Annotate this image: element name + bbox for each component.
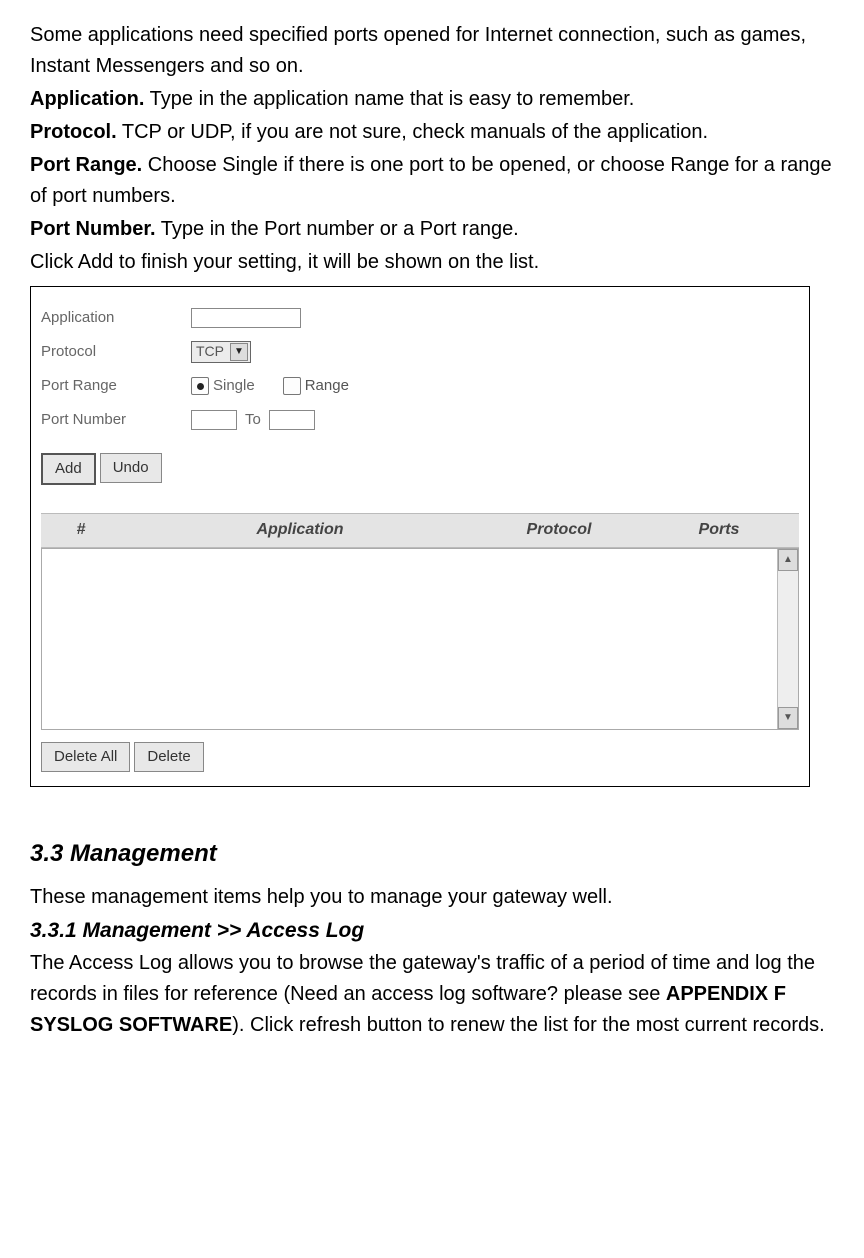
label-application: Application. [30,88,144,110]
desc-portrange: Choose Single if there is one port to be… [30,154,832,207]
desc-portnumber: Type in the Port number or a Port range. [156,218,519,240]
port-settings-panel: Application Protocol TCP ▼ Port Range Si… [30,286,810,787]
section-heading-management: 3.3 Management [30,835,834,872]
portnumber-field-label: Port Number [41,408,191,431]
range-radio[interactable] [283,377,301,395]
to-label: To [245,408,261,431]
chevron-down-icon: ▼ [230,343,248,361]
desc-application: Type in the application name that is eas… [144,88,634,110]
col-protocol: Protocol [479,514,639,547]
label-portnumber: Port Number. [30,218,156,240]
label-portrange: Port Range. [30,154,142,176]
range-radio-label: Range [305,374,349,397]
protocol-select[interactable]: TCP ▼ [191,341,251,363]
col-application: Application [121,514,479,547]
label-protocol: Protocol. [30,121,117,143]
col-number: # [41,514,121,547]
field-desc-portrange: Port Range. Choose Single if there is on… [30,150,834,212]
access-log-description: The Access Log allows you to browse the … [30,948,834,1041]
delete-all-button[interactable]: Delete All [41,742,130,772]
listbox-scrollbar[interactable]: ▲ ▼ [777,549,798,729]
undo-button[interactable]: Undo [100,453,162,483]
col-ports: Ports [639,514,799,547]
port-from-input[interactable] [191,410,237,430]
scroll-down-icon[interactable]: ▼ [778,707,798,729]
application-field-label: Application [41,306,191,329]
scroll-up-icon[interactable]: ▲ [778,549,798,571]
subsection-heading-access-log: 3.3.1 Management >> Access Log [30,915,834,948]
single-radio[interactable] [191,377,209,395]
application-input[interactable] [191,308,301,328]
ports-table-header: # Application Protocol Ports [41,513,799,548]
add-button[interactable]: Add [41,453,96,485]
field-desc-protocol: Protocol. TCP or UDP, if you are not sur… [30,117,834,148]
protocol-select-value: TCP [196,341,224,363]
portrange-field-label: Port Range [41,374,191,397]
access-log-text-c: ). Click refresh button to renew the lis… [232,1014,824,1036]
field-desc-application: Application. Type in the application nam… [30,84,834,115]
desc-protocol: TCP or UDP, if you are not sure, check m… [117,121,708,143]
section-intro: These management items help you to manag… [30,882,834,913]
single-radio-label: Single [213,374,255,397]
field-desc-portnumber: Port Number. Type in the Port number or … [30,214,834,245]
intro-paragraph: Some applications need specified ports o… [30,20,834,82]
protocol-field-label: Protocol [41,340,191,363]
ports-listbox[interactable]: ▲ ▼ [41,548,799,730]
delete-button[interactable]: Delete [134,742,203,772]
intro-closing: Click Add to finish your setting, it wil… [30,247,834,278]
port-to-input[interactable] [269,410,315,430]
